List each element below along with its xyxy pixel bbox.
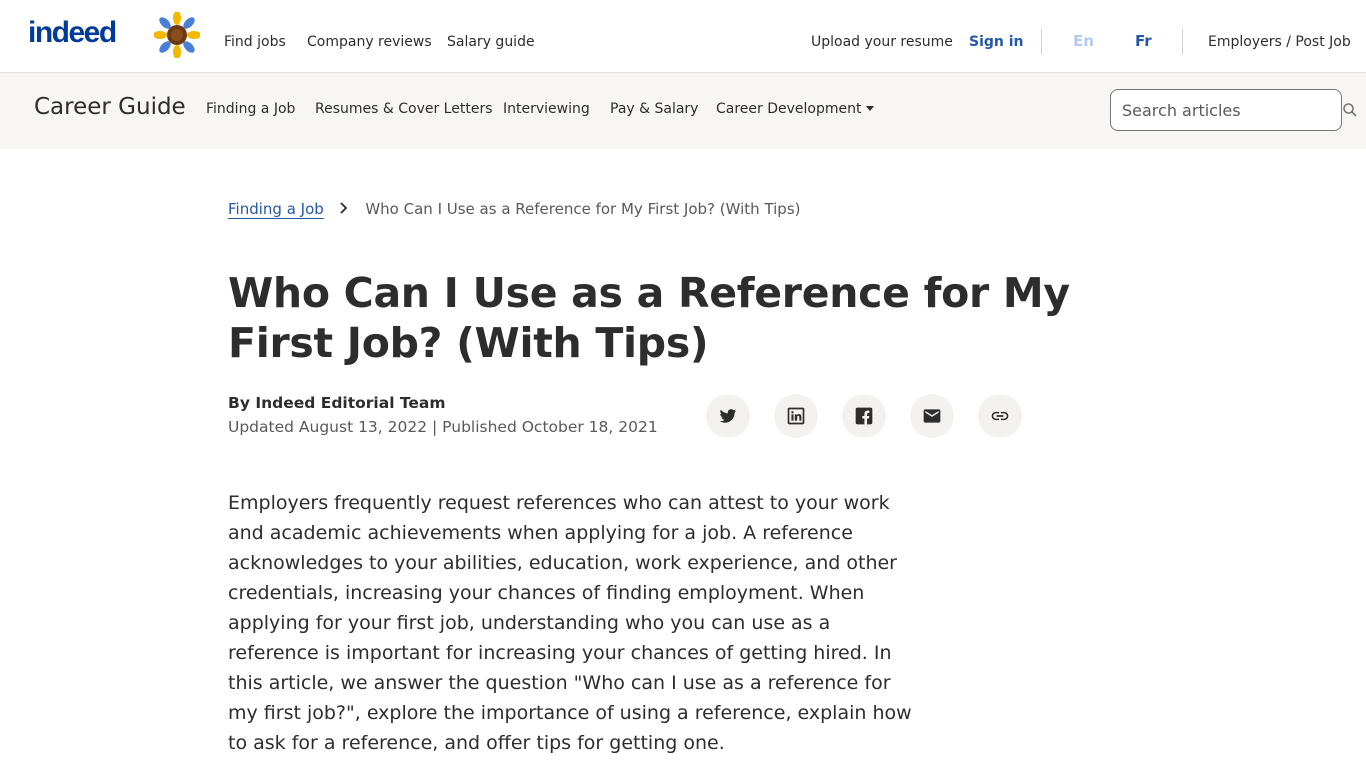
share-twitter-button[interactable] xyxy=(706,394,750,438)
category-interviewing[interactable]: Interviewing xyxy=(503,101,590,117)
divider xyxy=(1041,29,1042,54)
sunflower-icon xyxy=(154,12,200,58)
link-icon xyxy=(991,411,1009,421)
chevron-right-icon xyxy=(339,202,347,214)
twitter-icon xyxy=(719,409,737,423)
share-email-button[interactable] xyxy=(910,394,954,438)
indeed-logo[interactable]: indeed xyxy=(28,16,117,50)
language-fr[interactable]: Fr xyxy=(1135,32,1152,50)
sign-in-link[interactable]: Sign in xyxy=(969,34,1024,50)
chevron-down-icon xyxy=(866,106,875,111)
career-guide-bar: Career Guide Finding a Job Resumes & Cov… xyxy=(0,73,1366,149)
email-icon xyxy=(923,409,941,423)
career-guide-title[interactable]: Career Guide xyxy=(34,94,186,120)
linkedin-icon xyxy=(787,407,805,425)
breadcrumb-current: Who Can I Use as a Reference for My Firs… xyxy=(365,200,801,218)
share-linkedin-button[interactable] xyxy=(774,394,818,438)
facebook-icon xyxy=(855,407,873,425)
share-facebook-button[interactable] xyxy=(842,394,886,438)
copy-link-button[interactable] xyxy=(978,394,1022,438)
article-intro-paragraph: Employers frequently request references … xyxy=(228,492,912,754)
category-resumes-cover-letters[interactable]: Resumes & Cover Letters xyxy=(315,101,493,117)
top-navigation: indeed Find jobs Company reviews Salary … xyxy=(0,0,1366,73)
nav-find-jobs[interactable]: Find jobs xyxy=(224,34,286,50)
category-finding-a-job[interactable]: Finding a Job xyxy=(206,101,295,117)
nav-salary-guide[interactable]: Salary guide xyxy=(447,34,535,50)
search-icon[interactable] xyxy=(1342,102,1358,118)
divider xyxy=(1182,29,1183,54)
article-dates: Updated August 13, 2022 | Published Octo… xyxy=(228,418,658,436)
breadcrumb: Finding a Job Who Can I Use as a Referen… xyxy=(228,200,801,218)
breadcrumb-finding-a-job[interactable]: Finding a Job xyxy=(228,200,324,218)
language-en[interactable]: En xyxy=(1073,32,1094,50)
page-title: Who Can I Use as a Reference for My Firs… xyxy=(228,269,1070,367)
article-author: By Indeed Editorial Team xyxy=(228,394,446,412)
category-pay-salary[interactable]: Pay & Salary xyxy=(610,101,698,117)
search-articles-input[interactable] xyxy=(1110,89,1342,131)
category-career-development[interactable]: Career Development xyxy=(716,101,875,117)
nav-company-reviews[interactable]: Company reviews xyxy=(307,34,432,50)
upload-resume-link[interactable]: Upload your resume xyxy=(811,34,953,50)
category-career-development-label: Career Development xyxy=(716,101,862,117)
employers-post-job-link[interactable]: Employers / Post Job xyxy=(1208,34,1351,50)
